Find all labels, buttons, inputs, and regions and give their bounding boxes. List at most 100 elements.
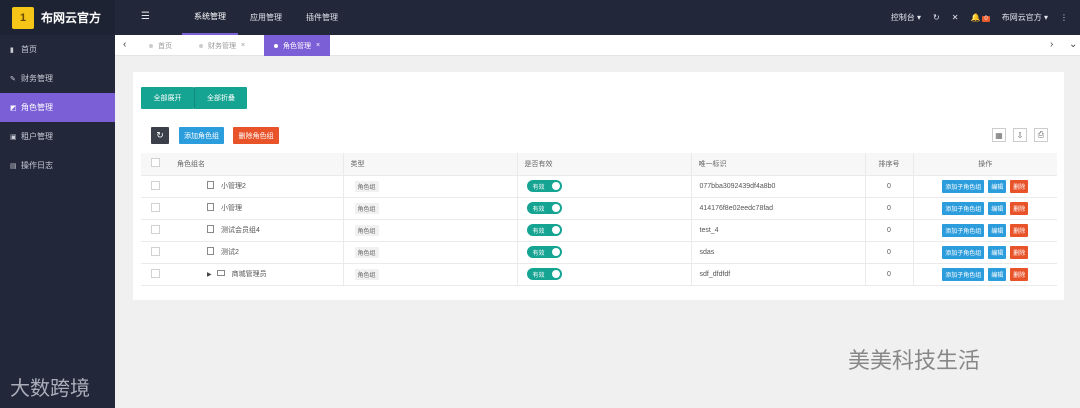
sidebar-item-label: 首页 xyxy=(21,45,37,54)
role-table: 角色组名 类型 是否有效 唯一标识 排序号 操作 小管理2 角色组 有效 077… xyxy=(141,153,1057,286)
add-child-button[interactable]: 添加子角色组 xyxy=(942,267,985,281)
actions-cell: 添加子角色组 编辑 删除 xyxy=(912,263,1057,286)
valid-switch[interactable]: 有效 xyxy=(526,246,562,258)
columns-icon[interactable]: ▦ xyxy=(992,128,1006,142)
tab-roles[interactable]: 角色管理 × xyxy=(264,35,331,56)
edit-button[interactable]: 编辑 xyxy=(988,267,1007,281)
row-select-cell xyxy=(141,197,170,220)
sidebar-item-logs[interactable]: ▤ 操作日志 xyxy=(0,151,115,180)
add-child-button[interactable]: 添加子角色组 xyxy=(942,245,985,259)
actions-cell: 添加子角色组 编辑 删除 xyxy=(912,197,1057,220)
edit-button[interactable]: 编辑 xyxy=(988,223,1007,237)
nav-plugins[interactable]: 插件管理 xyxy=(294,0,350,35)
logo-icon: 1 xyxy=(12,6,34,29)
add-child-button[interactable]: 添加子角色组 xyxy=(942,179,985,193)
tabs-right-arrow-icon[interactable]: › xyxy=(1050,39,1053,50)
tabs-collapse-icon[interactable]: ⌄ xyxy=(1069,39,1077,50)
tab-home[interactable]: 首页 xyxy=(139,35,182,56)
add-child-button[interactable]: 添加子角色组 xyxy=(942,223,985,237)
row-checkbox[interactable] xyxy=(151,268,160,278)
delete-button[interactable]: 删除 xyxy=(1010,223,1029,237)
delete-button[interactable]: 删除 xyxy=(1010,267,1029,281)
type-cell: 角色组 xyxy=(342,175,517,198)
order-cell: 0 xyxy=(864,175,913,198)
row-checkbox[interactable] xyxy=(151,180,160,190)
col-order[interactable]: 排序号 xyxy=(864,153,913,176)
file-icon xyxy=(207,181,214,189)
type-tag: 角色组 xyxy=(354,180,379,192)
type-tag: 角色组 xyxy=(354,202,379,214)
col-name[interactable]: 角色组名 xyxy=(170,153,343,176)
actions-cell: 添加子角色组 编辑 删除 xyxy=(912,175,1057,198)
row-checkbox[interactable] xyxy=(151,202,160,212)
nav-system[interactable]: 系统管理 xyxy=(182,0,238,35)
sidebar-item-tenants[interactable]: ▣ 租户管理 xyxy=(0,122,115,151)
tab-label: 财务管理 xyxy=(208,42,236,50)
edit-button[interactable]: 编辑 xyxy=(988,179,1007,193)
delete-button[interactable]: 删除 xyxy=(1010,201,1029,215)
edit-button[interactable]: 编辑 xyxy=(988,245,1007,259)
order-cell: 0 xyxy=(864,219,913,242)
row-checkbox[interactable] xyxy=(151,246,160,256)
close-icon[interactable]: × xyxy=(241,42,245,49)
valid-switch[interactable]: 有效 xyxy=(526,224,562,236)
fullscreen-icon[interactable]: ✕ xyxy=(952,13,959,22)
close-icon[interactable]: × xyxy=(316,42,320,49)
role-name: 测试会员组4 xyxy=(221,227,260,234)
add-child-button[interactable]: 添加子角色组 xyxy=(942,201,985,215)
sidebar: 1 布网云官方 ▮ 首页 ✎ 财务管理 ◩ 角色管理 ▣ 租户管理 ▤ 操作日志 xyxy=(0,0,115,408)
col-key[interactable]: 唯一标识 xyxy=(690,153,865,176)
edit-button[interactable]: 编辑 xyxy=(988,201,1007,215)
folder-icon xyxy=(216,270,225,276)
brand[interactable]: 1 布网云官方 xyxy=(0,0,115,35)
valid-cell: 有效 xyxy=(516,197,691,220)
valid-switch[interactable]: 有效 xyxy=(526,268,562,280)
row-checkbox[interactable] xyxy=(151,224,160,234)
delete-role-group-button[interactable]: 删除角色组 xyxy=(233,127,279,144)
table-row: ▶ 商城管理员 角色组 有效 sdf_dfdfdf 0 添加子角色组 编辑 删除 xyxy=(141,263,1057,286)
sidebar-item-label: 财务管理 xyxy=(21,74,53,83)
user-dropdown[interactable]: 布网云官方 ▾ xyxy=(1002,12,1048,23)
expand-arrow-icon[interactable]: ▶ xyxy=(207,272,212,278)
col-type[interactable]: 类型 xyxy=(342,153,517,176)
tabs-left-arrow-icon[interactable]: ‹ xyxy=(123,39,126,50)
notification-badge: 0 xyxy=(982,16,990,22)
valid-cell: 有效 xyxy=(516,175,691,198)
type-tag: 角色组 xyxy=(354,246,379,258)
valid-switch[interactable]: 有效 xyxy=(526,202,562,214)
valid-cell: 有效 xyxy=(516,219,691,242)
print-icon[interactable]: ⎙ xyxy=(1034,128,1048,142)
actions-cell: 添加子角色组 编辑 删除 xyxy=(912,219,1057,242)
file-icon xyxy=(207,203,214,211)
top-nav: 系统管理 应用管理 插件管理 xyxy=(182,0,350,35)
export-icon[interactable]: ⇩ xyxy=(1013,128,1027,142)
add-role-group-button[interactable]: 添加角色组 xyxy=(179,127,224,144)
select-all-cell xyxy=(141,153,170,176)
nav-apps[interactable]: 应用管理 xyxy=(238,0,294,35)
watermark-left: 大数跨境 xyxy=(10,376,90,400)
valid-switch[interactable]: 有效 xyxy=(526,180,562,192)
expand-all-button[interactable]: 全部展开 xyxy=(141,87,194,109)
select-all-checkbox[interactable] xyxy=(151,158,160,168)
sidebar-item-roles[interactable]: ◩ 角色管理 xyxy=(0,93,115,122)
console-dropdown[interactable]: 控制台 ▾ xyxy=(891,12,921,23)
dot-icon xyxy=(149,43,153,48)
row-select-cell xyxy=(141,175,170,198)
sidebar-item-finance[interactable]: ✎ 财务管理 xyxy=(0,64,115,93)
refresh-button[interactable]: ↻ xyxy=(151,127,169,144)
col-valid[interactable]: 是否有效 xyxy=(516,153,691,176)
type-cell: 角色组 xyxy=(342,197,517,220)
more-icon[interactable]: ⋮ xyxy=(1060,13,1068,22)
tab-finance[interactable]: 财务管理 × xyxy=(189,35,255,56)
delete-button[interactable]: 删除 xyxy=(1010,245,1029,259)
valid-cell: 有效 xyxy=(516,241,691,264)
type-tag: 角色组 xyxy=(354,224,379,236)
refresh-icon[interactable]: ↻ xyxy=(933,13,940,22)
sidebar-item-home[interactable]: ▮ 首页 xyxy=(0,35,115,64)
menu-icon[interactable]: ☰ xyxy=(141,11,150,22)
table-row: 测试2 角色组 有效 sdas 0 添加子角色组 编辑 删除 xyxy=(141,241,1057,264)
role-name: 小管理 xyxy=(221,205,242,212)
delete-button[interactable]: 删除 xyxy=(1010,179,1029,193)
notification[interactable]: 🔔 0 xyxy=(970,13,990,22)
collapse-all-button[interactable]: 全部折叠 xyxy=(194,87,247,109)
